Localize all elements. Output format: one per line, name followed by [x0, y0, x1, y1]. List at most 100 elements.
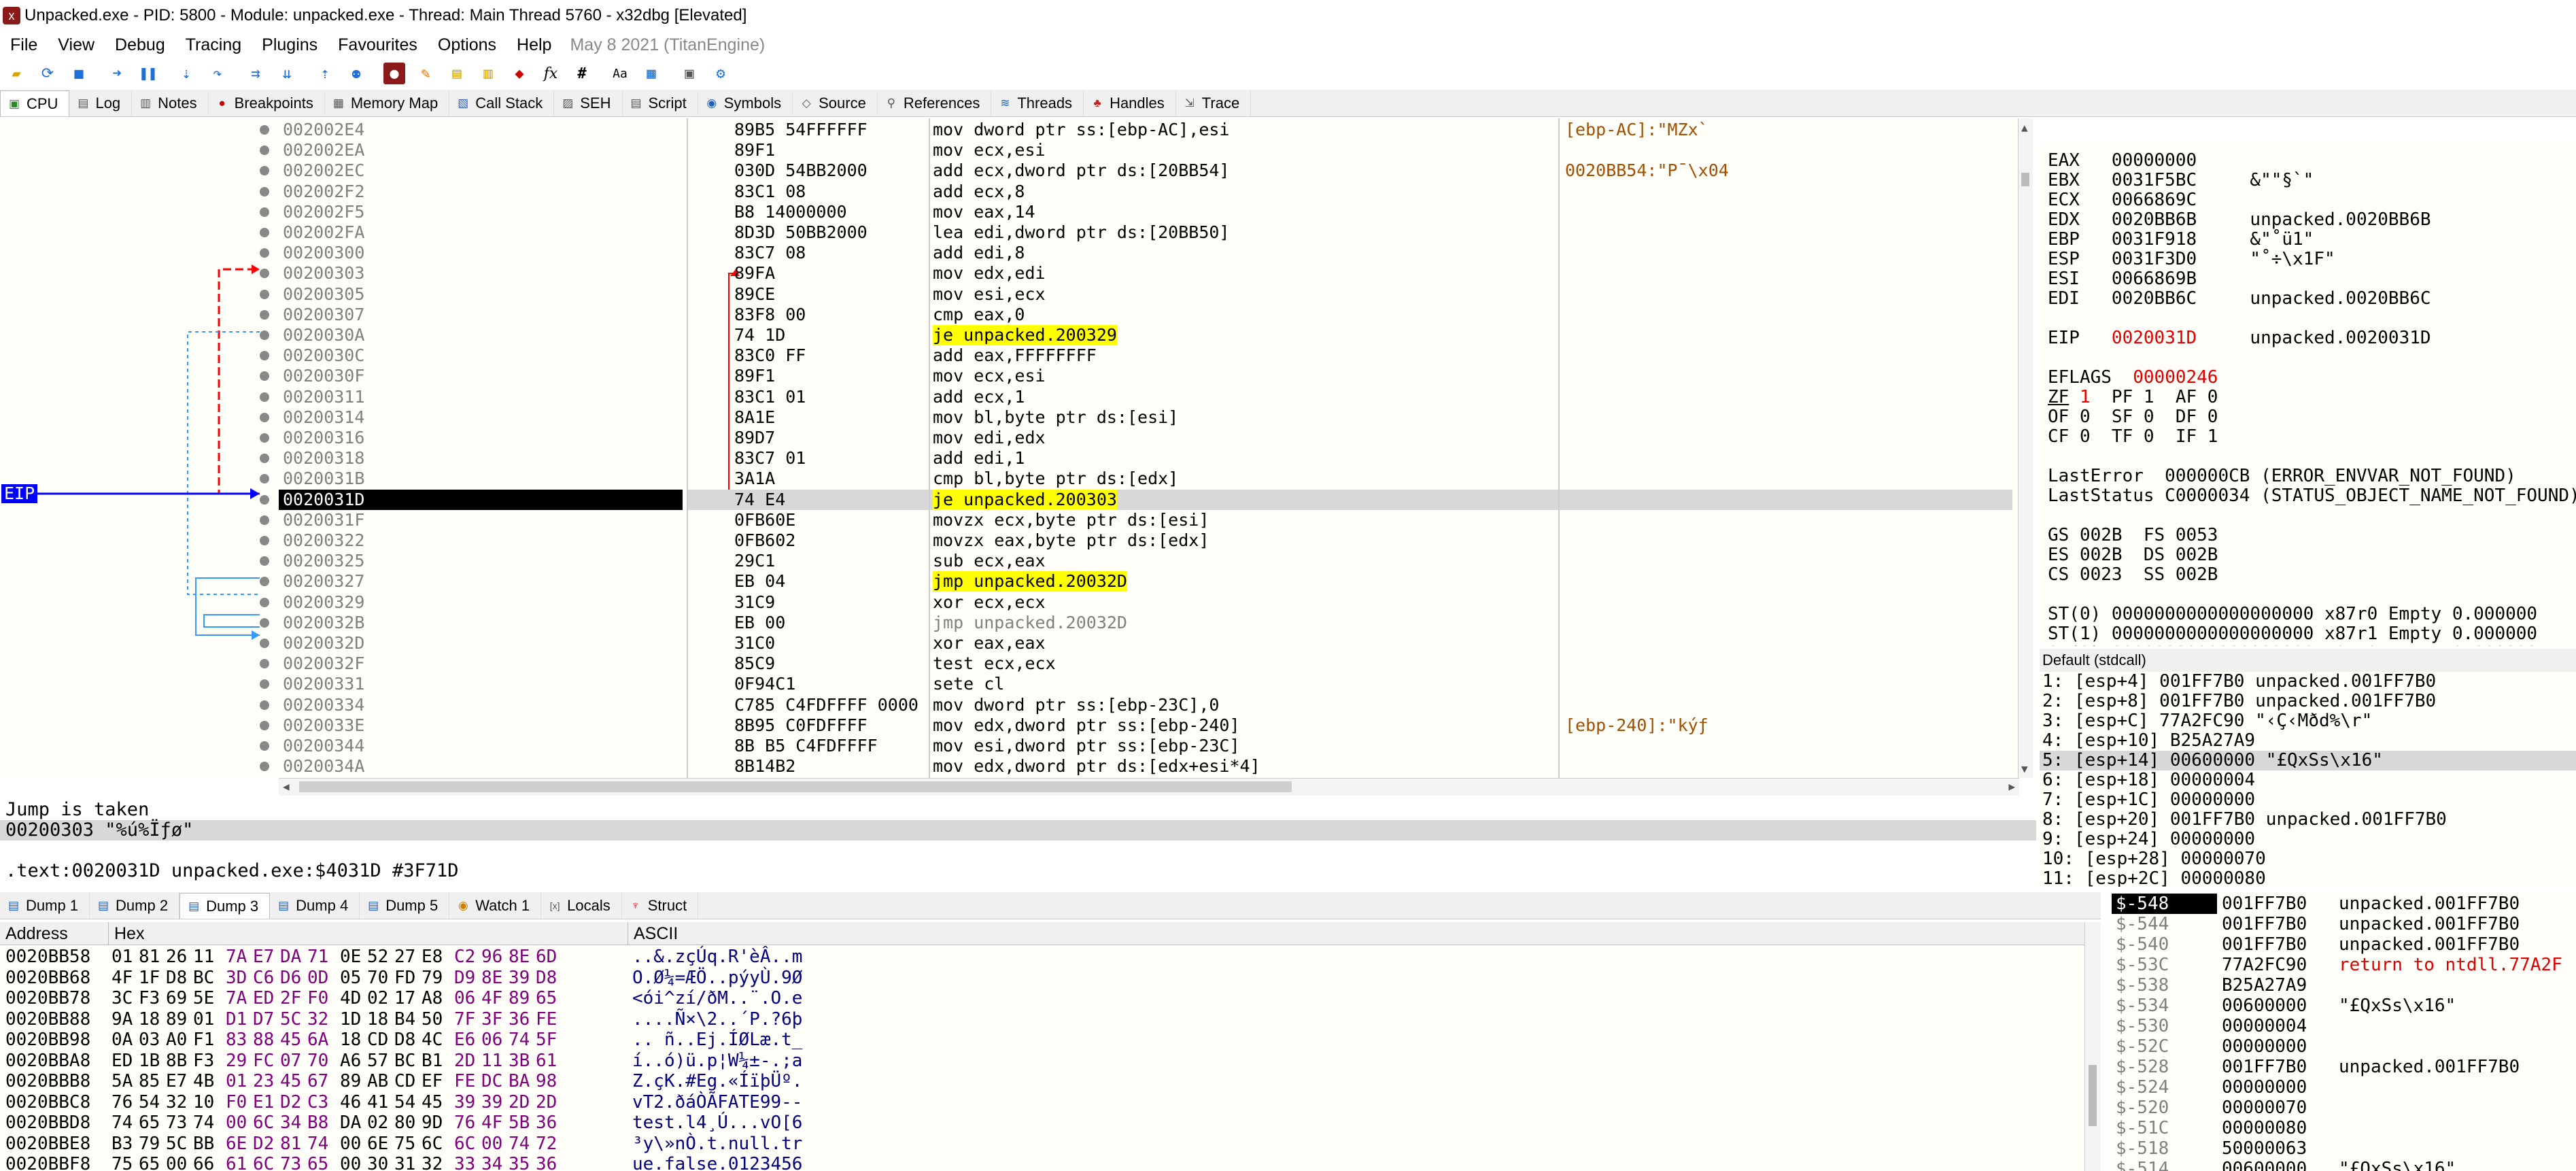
dump-row[interactable]: 0020BB88 9A 18 89 01 D1 D7 5C 32 1D 18 B4 50 7F 3F 36 FE… [0, 1009, 2087, 1030]
register-line[interactable]: ESP 0031F3D0 "˚÷\x1F" [2048, 250, 2576, 269]
hex-byte[interactable]: FE [454, 1071, 481, 1092]
stack-row[interactable]: $-514 00600000 "£QxSs\x16" [2108, 1159, 2576, 1171]
hex-byte[interactable]: 36 [509, 1009, 536, 1030]
hex-byte[interactable]: 6E [226, 1134, 253, 1155]
disassembly-row[interactable]: 002002EC 030D 54BB2000 add ecx,dword ptr d… [0, 160, 2012, 181]
hex-byte[interactable]: 65 [139, 1113, 166, 1134]
disassembly-row[interactable]: 0020031D 74 E4 je unpacked.200303 [0, 489, 2012, 510]
hex-byte[interactable]: BC [193, 968, 220, 989]
dump-row[interactable]: 0020BBF8 75 65 00 66 61 6C 73 65 00 30 31 32 33 34 35 36… [0, 1154, 2087, 1171]
breakpoint-dot-icon[interactable] [260, 639, 269, 648]
scroll-up-icon[interactable]: ▲ [2021, 121, 2028, 134]
hex-byte[interactable]: D8 [536, 968, 563, 989]
hex-byte[interactable]: F3 [193, 1051, 220, 1072]
hex-byte[interactable]: 3D [226, 968, 253, 989]
tab-locals[interactable]: [x] Locals [541, 893, 622, 919]
hex-byte[interactable]: 6A [307, 1030, 334, 1051]
hex-byte[interactable]: 2D [509, 1092, 536, 1113]
tab-seh[interactable]: ▨ SEH [554, 90, 623, 116]
hex-byte[interactable]: D6 [280, 968, 307, 989]
disassembly-row[interactable]: 00200307 83F8 00 cmp eax,0 [0, 305, 2012, 325]
tab-watch-1[interactable]: ◉ Watch 1 [449, 893, 542, 919]
hex-byte[interactable]: 18 [340, 1030, 367, 1051]
disassembly-view[interactable]: EIP 002002E489B5 54FFFFFFmov dword ptr s… [0, 118, 2029, 778]
stack-row[interactable]: $-51C 00000080 [2108, 1118, 2576, 1138]
log-icon[interactable]: ▣ [679, 63, 700, 84]
stack-row[interactable]: $-544 001FF7B0 unpacked.001FF7B0 [2108, 914, 2576, 934]
hex-byte[interactable]: AB [367, 1071, 394, 1092]
hex-byte[interactable]: 7A [226, 988, 253, 1009]
disassembly-row[interactable]: 00200305 89CE mov esi,ecx [0, 284, 2012, 305]
register-line[interactable] [2048, 447, 2576, 466]
hex-byte[interactable]: 01 [111, 947, 139, 968]
stack-row[interactable]: $-540 001FF7B0 unpacked.001FF7B0 [2108, 934, 2576, 955]
stack-row[interactable]: $-534 00600000 "£QxSs\x16" [2108, 996, 2576, 1016]
argument-row[interactable]: 1: [esp+4] 001FF7B0 unpacked.001FF7B0 [2040, 672, 2576, 692]
breakpoint-dot-icon[interactable] [260, 371, 269, 381]
hex-byte[interactable]: 01 [226, 1071, 253, 1092]
argument-row[interactable]: 6: [esp+18] 00000004 [2040, 770, 2576, 790]
hex-byte[interactable]: FE [536, 1009, 563, 1030]
hex-byte[interactable]: BC [394, 1051, 422, 1072]
disassembly-row[interactable]: 00200318 83C7 01 add edi,1 [0, 448, 2012, 469]
register-line[interactable]: ZF 1 PF 1 AF 0 [2048, 388, 2576, 407]
breakpoint-dot-icon[interactable] [260, 454, 269, 464]
tab-source[interactable]: ◇ Source [793, 90, 878, 116]
hex-byte[interactable]: B8 [307, 1113, 334, 1134]
column-divider[interactable] [1558, 118, 1560, 778]
hex-byte[interactable]: D9 [454, 968, 481, 989]
hex-byte[interactable]: 5C [280, 1009, 307, 1030]
breakpoint-dot-icon[interactable] [260, 125, 269, 135]
hex-byte[interactable]: 79 [139, 1134, 166, 1155]
hex-byte[interactable]: 89 [509, 988, 536, 1009]
dump-row[interactable]: 0020BBD8 74 65 73 74 00 6C 34 B8 DA 02 80 9D 76 4F 5B 36… [0, 1113, 2087, 1134]
tab-call-stack[interactable]: ▧ Call Stack [449, 90, 555, 116]
pause-icon[interactable]: ❚❚ [137, 63, 159, 84]
disassembly-row[interactable]: 0020032B EB 00 jmp unpacked.20032D [0, 613, 2012, 633]
register-line[interactable] [2048, 309, 2576, 328]
hex-byte[interactable]: E8 [422, 947, 449, 968]
tab-memory-map[interactable]: ▦ Memory Map [325, 90, 450, 116]
hex-byte[interactable]: ED [111, 1051, 139, 1072]
breakpoint-dot-icon[interactable] [260, 597, 269, 607]
hex-byte[interactable]: 1F [139, 968, 166, 989]
hex-byte[interactable]: 17 [394, 988, 422, 1009]
hex-byte[interactable]: E7 [166, 1071, 193, 1092]
hex-byte[interactable]: 32 [422, 1154, 449, 1171]
hex-byte[interactable]: 74 [111, 1113, 139, 1134]
disassembly-row[interactable]: 0020030C 83C0 FF add eax,FFFFFFFF [0, 345, 2012, 366]
trace-over-icon[interactable]: ⇊ [276, 63, 298, 84]
breakpoint-dot-icon[interactable] [260, 659, 269, 669]
hex-byte[interactable]: 85 [139, 1071, 166, 1092]
hex-byte[interactable]: 29 [226, 1051, 253, 1072]
hex-byte[interactable]: 65 [139, 1154, 166, 1171]
disassembly-row[interactable]: 002002F2 83C1 08 add ecx,8 [0, 182, 2012, 202]
hex-byte[interactable]: A8 [422, 988, 449, 1009]
hex-byte[interactable]: 01 [193, 1009, 220, 1030]
hex-byte[interactable]: 31 [394, 1154, 422, 1171]
register-line[interactable]: LastError 000000CB (ERROR_ENVVAR_NOT_FOU… [2048, 466, 2576, 486]
hex-byte[interactable]: 34 [481, 1154, 509, 1171]
breakpoint-dot-icon[interactable] [260, 392, 269, 402]
run-icon[interactable]: ➜ [106, 63, 128, 84]
hex-byte[interactable]: D7 [253, 1009, 280, 1030]
breakpoint-dot-icon[interactable] [260, 269, 269, 279]
menu-tracing[interactable]: Tracing [175, 35, 252, 55]
register-line[interactable]: ESI 0066869B [2048, 269, 2576, 289]
hex-byte[interactable]: 74 [193, 1113, 220, 1134]
dump-row[interactable]: 0020BB98 0A 03 A0 F1 83 88 45 6A 18 CD D8 4C E6 06 74 5F… [0, 1030, 2087, 1051]
hex-byte[interactable]: 32 [307, 1009, 334, 1030]
hex-byte[interactable]: D2 [280, 1092, 307, 1113]
breakpoint-dot-icon[interactable] [260, 330, 269, 340]
registers-panel[interactable]: EAX 00000000 EBX 0031F5BC &""§`" ECX 00668… [2040, 143, 2576, 646]
hex-byte[interactable]: 76 [111, 1092, 139, 1113]
hex-byte[interactable]: 23 [253, 1071, 280, 1092]
hex-byte[interactable]: 02 [367, 1113, 394, 1134]
hex-byte[interactable]: DA [340, 1113, 367, 1134]
hex-byte[interactable]: 4B [193, 1071, 220, 1092]
hex-byte[interactable]: D8 [394, 1030, 422, 1051]
tab-breakpoints[interactable]: ● Breakpoints [209, 90, 325, 116]
disassembly-row[interactable]: 00200311 83C1 01 add ecx,1 [0, 387, 2012, 407]
menu-favourites[interactable]: Favourites [328, 35, 428, 55]
disassembly-row[interactable]: 00200325 29C1 sub ecx,eax [0, 551, 2012, 571]
